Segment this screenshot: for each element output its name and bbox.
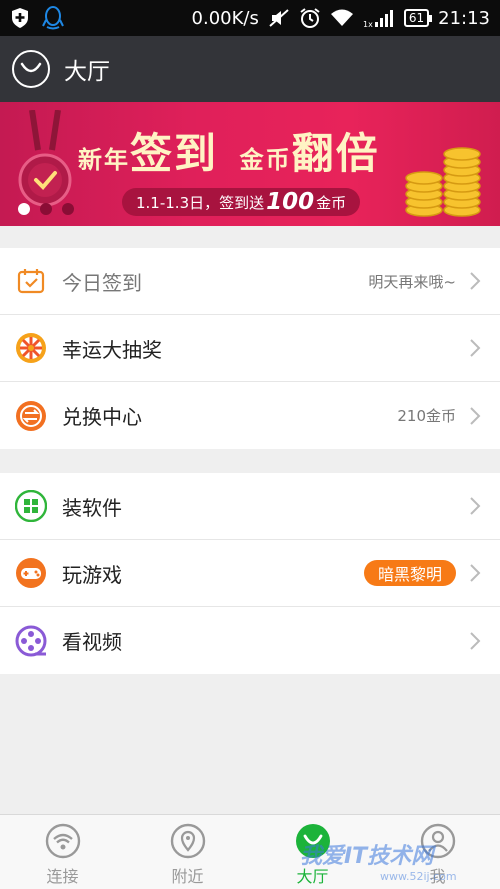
headline-coins: 金币	[239, 145, 292, 174]
list-item-checkin[interactable]: 今日签到 明天再来哦~	[0, 248, 500, 315]
battery-indicator: 61	[403, 9, 433, 27]
tab-label: 我	[429, 867, 446, 886]
headline-checkin: 签到	[130, 129, 219, 178]
headline-new-year: 新年	[78, 145, 130, 174]
wifi-icon	[45, 823, 80, 859]
pager-dot[interactable]	[18, 203, 30, 215]
shield-icon	[10, 7, 30, 29]
list-item-videos[interactable]: 看视频	[0, 607, 500, 674]
chevron-right-icon	[470, 497, 481, 515]
chevron-right-icon	[470, 631, 481, 650]
banner-subtitle: 1.1-1.3日，签到送 100 金币	[122, 188, 361, 216]
subtitle-amount: 100	[266, 189, 315, 215]
tab-connect[interactable]: 连接	[0, 815, 125, 889]
tab-label: 附近	[171, 867, 204, 886]
cell-signal-icon: 1x	[363, 8, 395, 28]
pager-dot[interactable]	[62, 203, 74, 215]
wifi-status-icon	[330, 8, 354, 28]
svg-text:1x: 1x	[363, 20, 373, 28]
network-speed: 0.00K/s	[191, 7, 259, 29]
lucky-wheel-icon	[14, 331, 48, 365]
clock: 21:13	[438, 7, 490, 29]
list-item-label: 幸运大抽奖	[62, 337, 162, 362]
featured-game-badge[interactable]: 暗黑黎明	[363, 560, 456, 586]
gold-coins-icon	[405, 147, 481, 217]
chevron-right-icon	[470, 272, 481, 290]
film-reel-icon	[14, 624, 48, 658]
apps-grid-icon	[14, 489, 48, 523]
calendar-check-icon	[14, 264, 48, 298]
pager-dot[interactable]	[40, 203, 52, 215]
subtitle-prefix: 1.1-1.3日，签到送	[136, 193, 265, 212]
list-item-exchange[interactable]: 兑换中心 210金币	[0, 382, 500, 449]
list-item-lottery[interactable]: 幸运大抽奖	[0, 315, 500, 382]
bottom-tab-bar: 连接 附近 大厅 我	[0, 814, 500, 889]
banner-pager	[18, 203, 74, 215]
apps-section: 装软件 玩游戏 暗黑黎明 看视频	[0, 473, 500, 674]
tab-label: 连接	[46, 867, 79, 886]
banner-headline: 新年签到 金币翻倍	[78, 120, 380, 181]
list-item-games[interactable]: 玩游戏 暗黑黎明	[0, 540, 500, 607]
chevron-right-icon	[470, 564, 481, 582]
list-item-label: 玩游戏	[62, 562, 122, 587]
page-title: 大厅	[64, 59, 110, 85]
qq-penguin-icon	[42, 6, 64, 30]
hall-icon	[295, 824, 330, 858]
promo-banner[interactable]: 新年签到 金币翻倍 1.1-1.3日，签到送 100 金币	[0, 102, 500, 226]
headline-double: 翻倍	[291, 129, 380, 178]
coin-balance: 210金币	[397, 407, 456, 425]
exchange-icon	[14, 399, 48, 433]
status-bar: 0.00K/s 1x 61 21:13	[0, 0, 500, 36]
app-logo-icon[interactable]	[12, 50, 50, 88]
title-bar: 大厅	[0, 36, 500, 102]
chevron-right-icon	[470, 406, 481, 425]
checkin-status: 明天再来哦~	[368, 272, 456, 291]
list-item-label: 看视频	[62, 630, 122, 654]
location-pin-icon	[170, 823, 205, 859]
chevron-right-icon	[470, 339, 481, 357]
subtitle-suffix: 金币	[316, 193, 347, 212]
tab-hall[interactable]: 大厅	[250, 815, 375, 889]
tab-nearby[interactable]: 附近	[125, 815, 250, 889]
list-item-label: 兑换中心	[62, 405, 142, 429]
list-item-label: 今日签到	[62, 270, 142, 295]
mute-icon	[268, 8, 290, 28]
checkin-medal-icon	[18, 110, 72, 207]
alarm-icon	[299, 7, 321, 29]
rewards-section: 今日签到 明天再来哦~ 幸运大抽奖 兑换中心 210金币	[0, 248, 500, 449]
list-item-label: 装软件	[62, 495, 122, 520]
tab-label: 大厅	[296, 867, 329, 886]
list-item-install-apps[interactable]: 装软件	[0, 473, 500, 540]
tab-me[interactable]: 我	[375, 815, 500, 889]
gamepad-icon	[14, 556, 48, 590]
user-icon	[420, 823, 455, 859]
